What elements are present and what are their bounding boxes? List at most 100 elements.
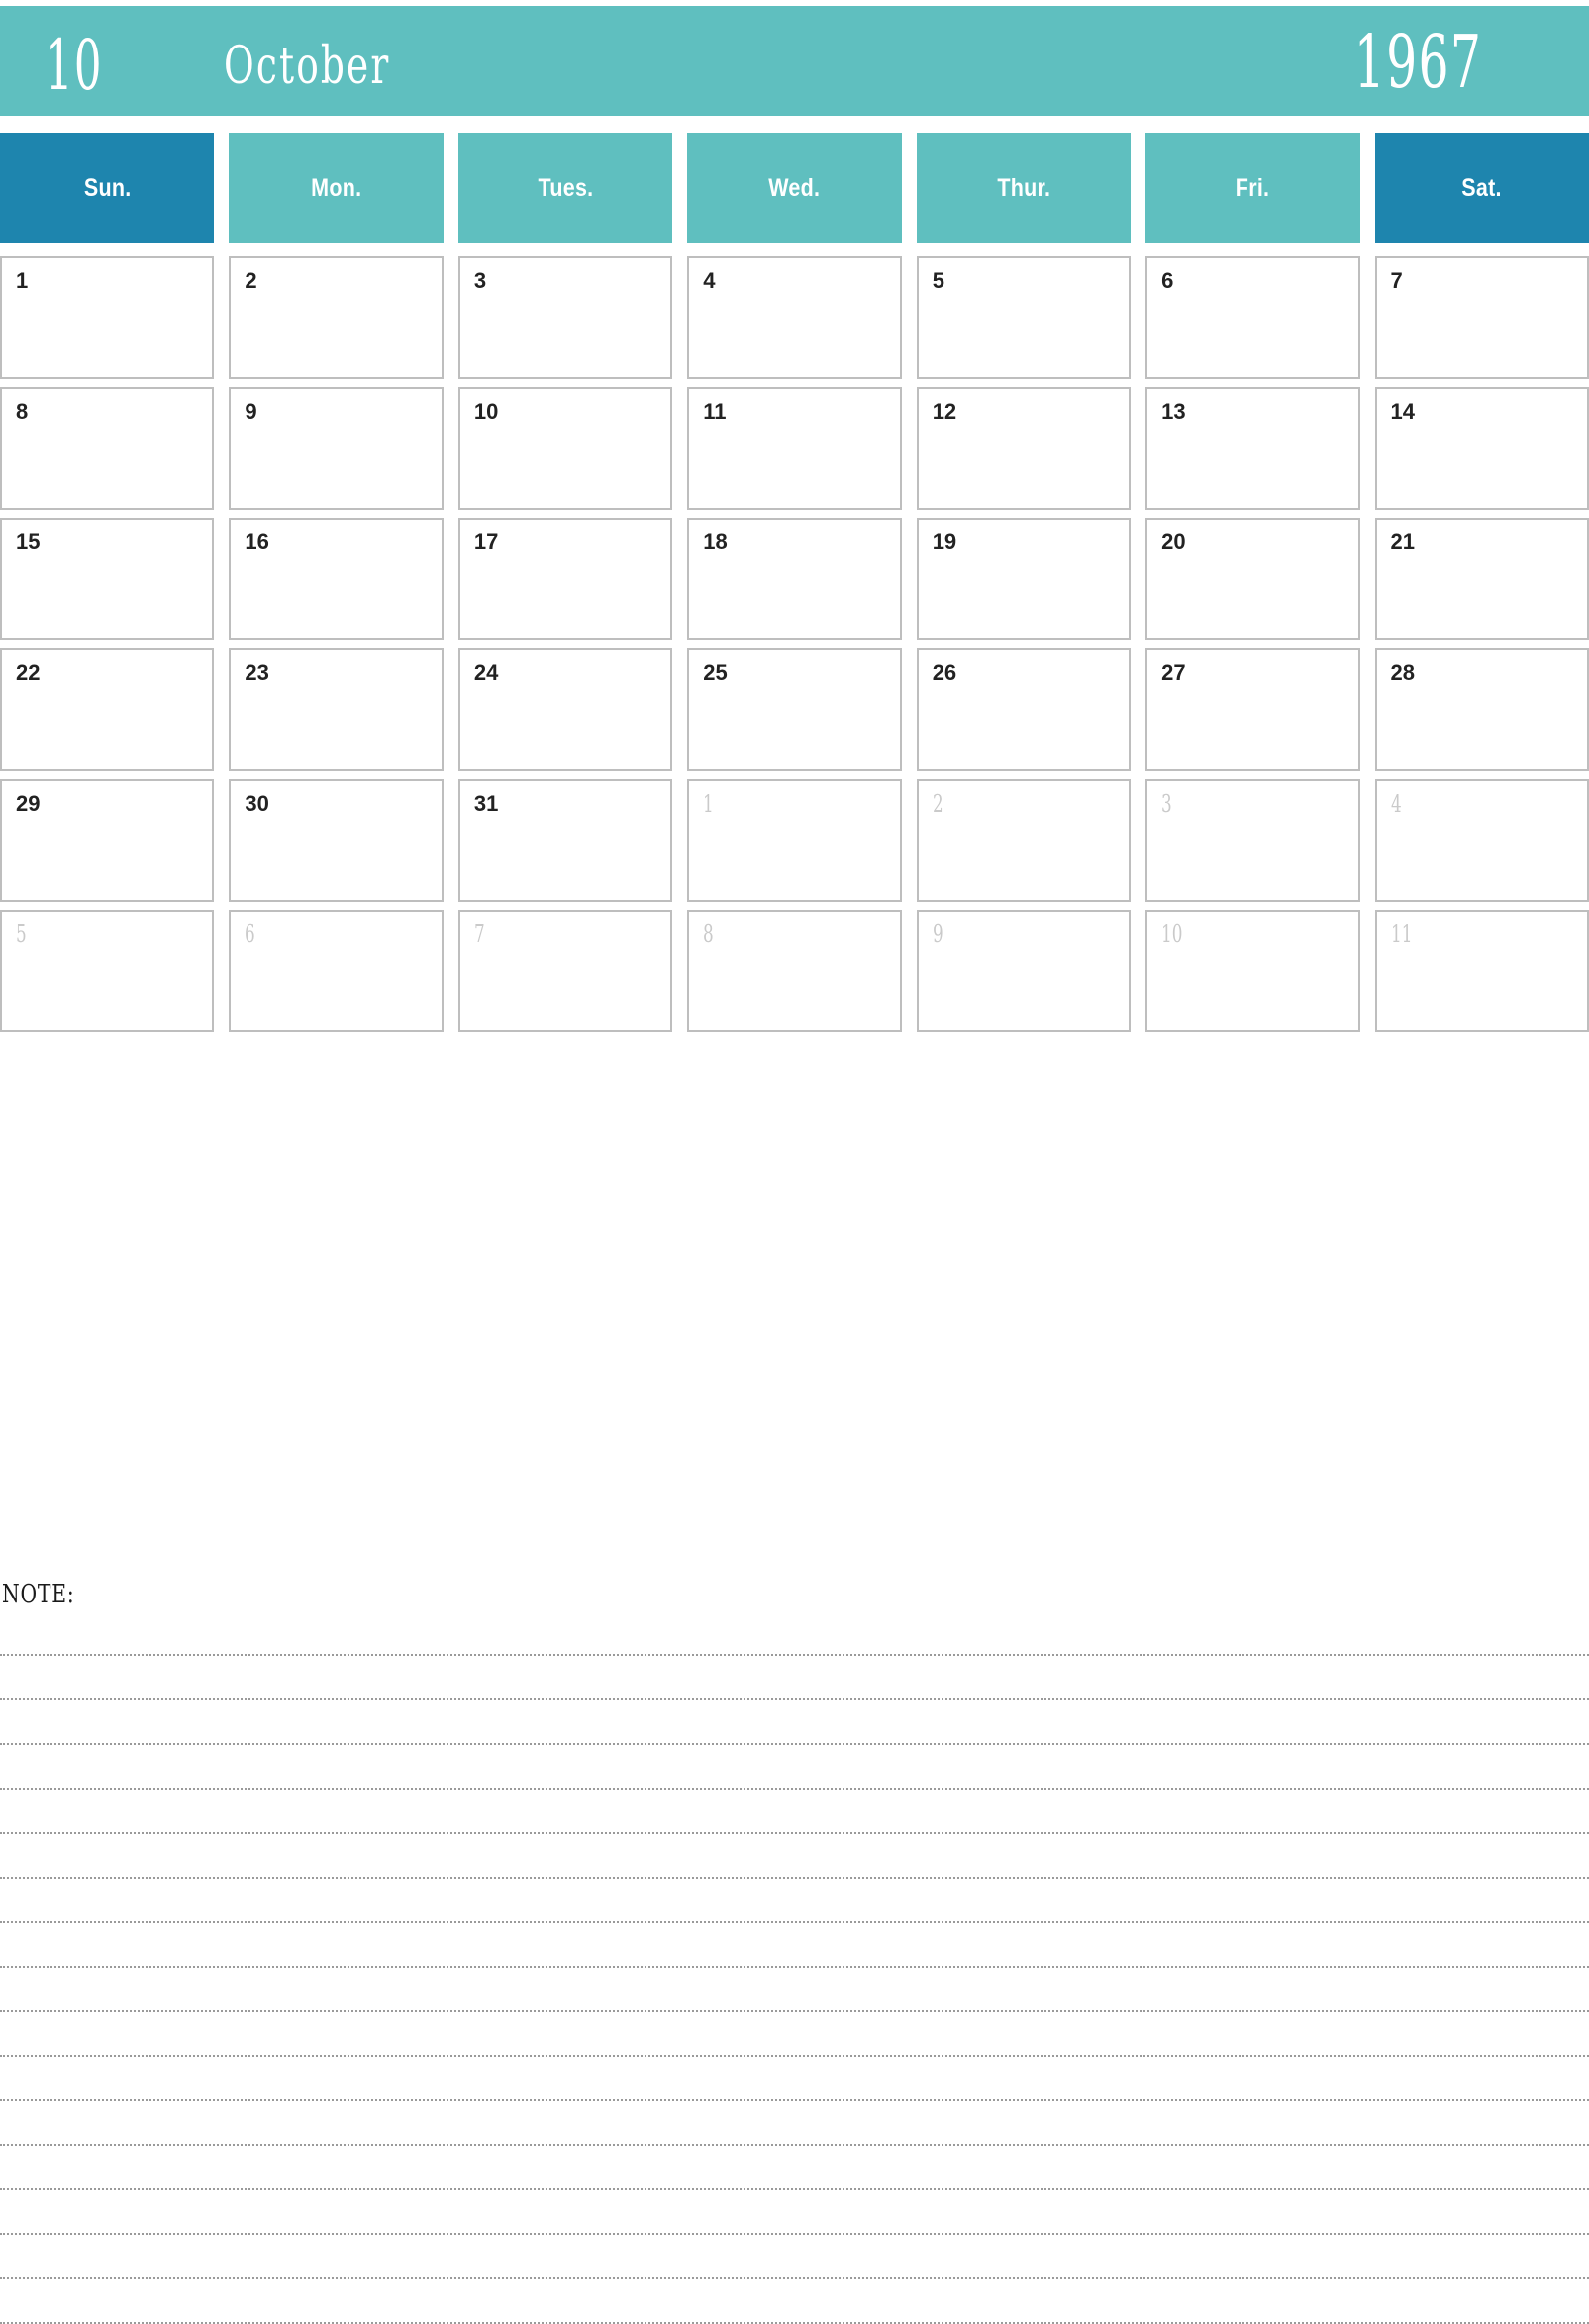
day-cell[interactable]: 1 [0,256,215,379]
day-cell[interactable]: 21 [1374,518,1589,640]
note-line[interactable] [0,1700,1589,1745]
day-cell[interactable]: 3 [1145,779,1360,902]
day-cell[interactable]: 8 [687,910,902,1032]
month-number: 10 [46,25,103,106]
day-cell[interactable]: 7 [1374,256,1589,379]
weekday-label: Tues. [538,173,593,202]
weekday-header-sat: Sat. [1374,133,1589,243]
weekday-label: Fri. [1236,173,1270,202]
week-row: 1 2 3 4 5 6 7 [0,256,1589,379]
day-number: 5 [16,920,27,948]
day-cell[interactable]: 25 [687,648,902,771]
weekday-header-fri: Fri. [1145,133,1360,243]
day-cell[interactable]: 5 [0,910,215,1032]
day-cell[interactable]: 19 [916,518,1132,640]
day-number: 8 [16,399,29,424]
day-number: 30 [245,791,269,816]
week-row: 15 16 17 18 19 20 21 [0,518,1589,640]
day-number: 25 [703,660,728,685]
day-cell[interactable]: 5 [916,256,1132,379]
day-cell[interactable]: 28 [1374,648,1589,771]
day-cell[interactable]: 4 [687,256,902,379]
day-number: 14 [1390,399,1416,424]
day-number: 10 [1161,920,1183,948]
day-cell[interactable]: 1 [687,779,902,902]
day-number: 28 [1390,660,1416,685]
day-cell[interactable]: 12 [916,387,1132,510]
day-cell[interactable]: 2 [229,256,444,379]
note-section: NOTE: [0,1580,1589,2324]
day-cell[interactable]: 14 [1374,387,1589,510]
day-number: 8 [703,920,714,948]
day-number: 31 [473,791,499,816]
day-number: 4 [1390,790,1402,818]
day-number: 21 [1390,530,1416,554]
day-cell[interactable]: 6 [1145,256,1360,379]
note-line[interactable] [0,1923,1589,1968]
weekday-header-thur: Thur. [916,133,1132,243]
day-cell[interactable]: 10 [1145,910,1360,1032]
note-line[interactable] [0,2235,1589,2279]
day-number: 12 [932,399,957,424]
day-number: 18 [703,530,728,554]
week-row: 22 23 24 25 26 27 28 [0,648,1589,771]
day-cell[interactable]: 6 [229,910,444,1032]
day-cell[interactable]: 24 [457,648,673,771]
day-cell[interactable]: 22 [0,648,215,771]
day-cell[interactable]: 3 [457,256,673,379]
day-cell[interactable]: 29 [0,779,215,902]
weekday-label: Sun. [83,173,132,202]
month-banner: 10 October 1967 [0,6,1589,116]
note-line[interactable] [0,2279,1589,2324]
week-row: 8 9 10 11 12 13 14 [0,387,1589,510]
day-number: 6 [245,920,256,948]
day-cell[interactable]: 7 [457,910,673,1032]
day-number: 2 [932,790,943,818]
day-number: 3 [473,268,487,293]
day-cell[interactable]: 20 [1145,518,1360,640]
note-line[interactable] [0,1834,1589,1879]
day-cell[interactable]: 18 [687,518,902,640]
note-line[interactable] [0,1611,1589,1656]
day-number: 23 [245,660,269,685]
weekday-label: Thur. [996,173,1050,202]
day-cell[interactable]: 17 [457,518,673,640]
day-cell[interactable]: 9 [916,910,1132,1032]
day-cell[interactable]: 8 [0,387,215,510]
note-line[interactable] [0,1879,1589,1923]
day-cell[interactable]: 13 [1145,387,1360,510]
day-cell[interactable]: 4 [1374,779,1589,902]
day-number: 6 [1161,268,1174,293]
day-number: 11 [703,399,727,424]
day-cell[interactable]: 27 [1145,648,1360,771]
week-row: 5 6 7 8 9 10 11 [0,910,1589,1032]
note-line[interactable] [0,2101,1589,2146]
weekday-header-row: Sun. Mon. Tues. Wed. Thur. Fri. Sat. [0,133,1589,243]
weekday-header-sun: Sun. [0,133,215,243]
note-lines[interactable] [0,1611,1589,2324]
day-cell[interactable]: 16 [229,518,444,640]
calendar-date-grid: 1 2 3 4 5 6 7 8 9 10 11 12 13 14 15 16 17 18 19 20 21 22 23 24 2… [0,256,1589,1032]
day-cell[interactable]: 30 [229,779,444,902]
note-line[interactable] [0,2190,1589,2235]
day-cell[interactable]: 31 [457,779,673,902]
note-line[interactable] [0,2057,1589,2101]
day-cell[interactable]: 11 [1374,910,1589,1032]
note-line[interactable] [0,1745,1589,1790]
day-number: 26 [932,660,957,685]
week-row: 29 30 31 1 2 3 4 [0,779,1589,902]
day-number: 1 [703,790,714,818]
day-cell[interactable]: 23 [229,648,444,771]
day-number: 24 [473,660,499,685]
note-line[interactable] [0,1968,1589,2012]
note-line[interactable] [0,2146,1589,2190]
day-cell[interactable]: 11 [687,387,902,510]
note-line[interactable] [0,1656,1589,1700]
day-cell[interactable]: 9 [229,387,444,510]
day-cell[interactable]: 10 [457,387,673,510]
note-line[interactable] [0,1790,1589,1834]
day-cell[interactable]: 2 [916,779,1132,902]
day-cell[interactable]: 15 [0,518,215,640]
note-line[interactable] [0,2012,1589,2057]
day-cell[interactable]: 26 [916,648,1132,771]
